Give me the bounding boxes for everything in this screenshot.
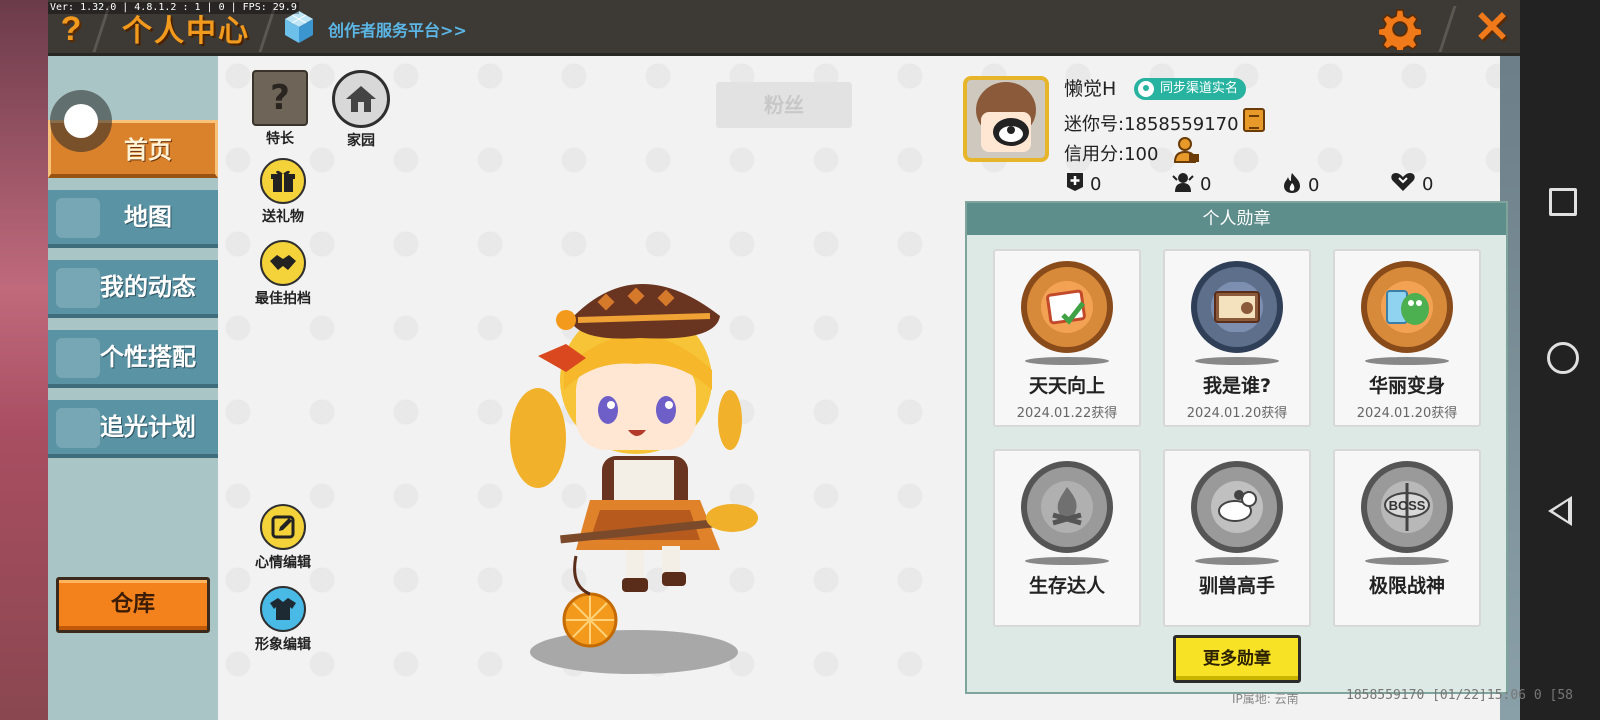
credit-person-icon[interactable] [1173,136,1201,164]
question-box-icon: ? [252,70,308,126]
boss-medal-icon: BOSS [1361,461,1453,553]
creator-cube-icon[interactable] [284,10,314,44]
person-icon [1172,172,1194,197]
nickname: 懒觉H [1064,78,1117,100]
medal-name: 我是谁? [1202,375,1272,397]
fans-button[interactable]: 粉丝 [716,82,852,128]
stat-value: 0 [1422,174,1434,195]
game-scene-left [0,0,48,720]
medal-shadow [1195,557,1279,565]
best-partner-button[interactable]: 最佳拍档 [248,240,318,308]
heart-icon [1390,172,1416,197]
more-medals-button[interactable]: 更多勋章 [1173,635,1301,683]
medal-card[interactable]: 我是谁? 2024.01.20获得 [1163,249,1311,427]
stat-value: 0 [1090,174,1102,195]
edit-pen-icon [260,504,306,550]
sidebar-item-label: 我的动态 [100,273,196,301]
medal-shadow [1025,357,1109,365]
stat-flame: 0 [1282,172,1319,199]
medal-panel-title: 个人勋章 [967,203,1506,235]
medal-date: 2024.01.22获得 [1016,406,1118,421]
calendar-medal-icon [1021,261,1113,353]
medal-name: 极限战神 [1368,575,1445,597]
sidebar-item-activity[interactable]: 我的动态 [48,260,218,318]
stat-person: 0 [1172,172,1211,197]
dino-medal-icon [1361,261,1453,353]
beast-medal-icon [1191,461,1283,553]
sidebar-item-label: 地图 [124,203,172,231]
homeland-label: 家园 [347,133,375,149]
medal-shadow [1195,357,1279,365]
shirt-icon [260,586,306,632]
stat-heart: 0 [1390,172,1433,197]
best-partner-label: 最佳拍档 [255,291,311,307]
avatar-edit-label: 形象编辑 [255,637,311,653]
medal-name: 华丽变身 [1368,375,1445,397]
sidebar-item-map[interactable]: 地图 [48,190,218,248]
stat-value: 0 [1200,174,1212,195]
player-character[interactable] [480,260,770,680]
gear-icon[interactable] [1379,8,1421,50]
sidebar-item-label: 追光计划 [100,413,196,441]
house-icon [332,70,390,128]
footer-info: 1858559170 [01/22]15:06 0 [58 [1346,688,1573,703]
campfire-medal-icon [1021,461,1113,553]
ip-location: IP属地: 云南 [1232,692,1299,706]
svg-text:BOSS: BOSS [1389,498,1426,513]
handshake-icon [260,240,306,286]
mood-edit-label: 心情编辑 [255,555,311,571]
send-gift-label: 送礼物 [262,209,304,225]
medal-date: 2024.01.20获得 [1356,406,1458,421]
copy-icon[interactable] [1243,108,1265,132]
homeland-button[interactable]: 家园 [326,70,396,150]
close-x-icon[interactable]: ✕ [1470,4,1514,52]
medal-card[interactable]: 天天向上 2024.01.22获得 [993,249,1141,427]
medal-shadow [1365,557,1449,565]
medal-card[interactable]: BOSS 极限战神 [1333,449,1481,627]
specialty-label: 特长 [266,131,294,147]
plus-icon [1066,172,1084,197]
debug-overlay: Ver: 1.32.0 | 4.8.1.2 : 1 | 0 | FPS: 29.… [48,2,299,14]
creator-platform-link[interactable]: 创作者服务平台>> [328,17,467,41]
recent-apps-icon[interactable] [1549,188,1577,216]
gift-icon [260,158,306,204]
avatar[interactable] [963,76,1049,162]
mini-id: 迷你号:1858559170 [1064,114,1239,135]
sidebar-item-plan[interactable]: 追光计划 [48,400,218,458]
medal-card[interactable]: 生存达人 [993,449,1141,627]
medal-card[interactable]: 华丽变身 2024.01.20获得 [1333,249,1481,427]
floating-toggle-button[interactable] [50,90,112,152]
medal-card[interactable]: 驯兽高手 [1163,449,1311,627]
flame-icon [1282,172,1302,199]
medal-panel: 个人勋章 天天向上 2024.01.22获得 我是谁? 2024.01.20获得… [965,201,1508,694]
question-mark-icon[interactable]: ? [56,10,86,48]
medal-shadow [1025,557,1109,565]
medal-name: 天天向上 [1028,375,1105,397]
avatar-edit-button[interactable]: 形象编辑 [248,586,318,654]
sidebar-item-label: 个性搭配 [100,343,196,371]
stat-plus: 0 [1066,172,1101,197]
specialty-button[interactable]: ? 特长 [245,70,315,148]
medal-shadow [1365,357,1449,365]
sidebar-item-outfit[interactable]: 个性搭配 [48,330,218,388]
sidebar-item-label: 首页 [124,136,172,164]
medal-date: 2024.01.20获得 [1186,406,1288,421]
medal-name: 生存达人 [1028,575,1105,597]
sync-realname-badge[interactable]: 同步渠道实名 [1134,78,1247,100]
credit-score: 信用分:100 [1064,144,1159,165]
warehouse-button[interactable]: 仓库 [56,577,210,633]
idcard-medal-icon [1191,261,1283,353]
send-gift-button[interactable]: 送礼物 [248,158,318,226]
mood-edit-button[interactable]: 心情编辑 [248,504,318,572]
home-nav-icon[interactable] [1547,342,1579,374]
medal-name: 驯兽高手 [1198,575,1275,597]
stat-value: 0 [1308,175,1320,196]
back-nav-icon[interactable] [1548,496,1572,526]
